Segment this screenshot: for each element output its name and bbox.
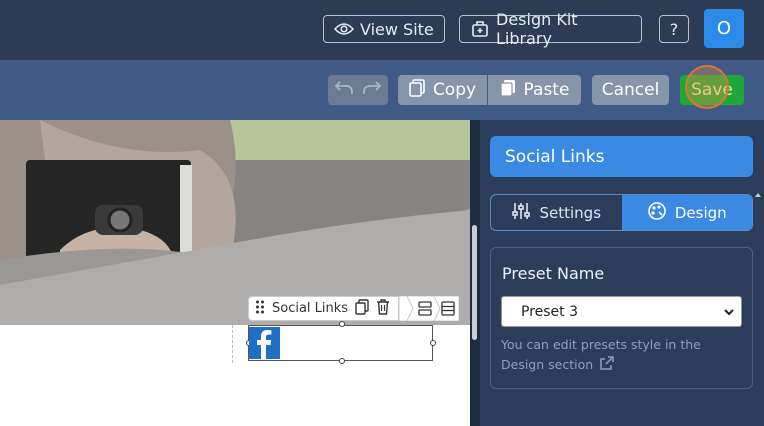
duplicate-icon[interactable] [355, 298, 369, 319]
design-kit-label: Design Kit Library [496, 10, 578, 48]
cancel-button[interactable]: Cancel [592, 75, 669, 105]
avatar-initial: O [716, 18, 732, 39]
copy-label: Copy [432, 80, 477, 100]
paste-button[interactable]: Paste [488, 75, 581, 105]
preset-select-value: Preset 3 [521, 303, 579, 320]
hero-image [0, 120, 470, 325]
panel-tabs: Settings Design [490, 194, 753, 231]
facebook-icon[interactable] [249, 327, 280, 359]
dashed-guide [232, 325, 233, 363]
undo-icon[interactable] [334, 80, 354, 101]
resize-handle-top[interactable] [339, 321, 345, 327]
view-site-button[interactable]: View Site [323, 15, 445, 43]
page-canvas[interactable]: Social Links [0, 120, 470, 426]
copy-icon [409, 78, 425, 102]
tab-design[interactable]: Design [621, 195, 752, 230]
paste-label: Paste [523, 80, 570, 100]
help-button[interactable]: ? [659, 15, 689, 43]
preset-hint: You can edit presets style in the Design… [501, 335, 746, 377]
redo-icon[interactable] [362, 80, 382, 101]
widget-toolbar: Social Links [248, 296, 460, 321]
chevron-down-icon [723, 306, 735, 322]
paste-icon [499, 79, 516, 102]
tab-settings[interactable]: Settings [491, 195, 622, 230]
trash-icon[interactable] [376, 298, 390, 319]
external-link-icon[interactable] [599, 355, 615, 377]
help-label: ? [669, 19, 679, 39]
top-bar: View Site Design Kit Library ? O [0, 0, 764, 60]
click-indicator [685, 65, 729, 109]
preset-select[interactable]: Preset 3 [501, 296, 742, 327]
sliders-icon [511, 202, 531, 224]
eye-icon [334, 22, 354, 36]
view-site-label: View Site [360, 19, 434, 39]
preset-name-label: Preset Name [502, 264, 605, 283]
cancel-label: Cancel [601, 80, 660, 100]
copy-button[interactable]: Copy [398, 75, 487, 105]
panel-scroll-arrow[interactable] [755, 193, 761, 197]
widget-toolbar-tail [399, 296, 460, 321]
panel-title: Social Links [490, 136, 753, 177]
avatar[interactable]: O [704, 9, 744, 48]
widget-label: Social Links [272, 301, 349, 316]
resize-handle-right[interactable] [430, 340, 436, 346]
tab-settings-label: Settings [539, 203, 602, 222]
canvas-scrollbar-thumb[interactable] [472, 225, 477, 340]
resize-handle-bottom[interactable] [339, 358, 345, 364]
panel-title-label: Social Links [505, 146, 605, 167]
design-kit-icon [470, 19, 490, 39]
editor-toolbar: Copy Paste Cancel Save [0, 60, 764, 120]
widget-toolbar-main: Social Links [248, 296, 400, 321]
palette-icon [647, 201, 667, 225]
drag-handle-icon[interactable] [255, 300, 265, 318]
tab-design-label: Design [674, 203, 727, 222]
undo-redo-group [328, 75, 388, 105]
design-kit-library-button[interactable]: Design Kit Library [459, 10, 642, 48]
